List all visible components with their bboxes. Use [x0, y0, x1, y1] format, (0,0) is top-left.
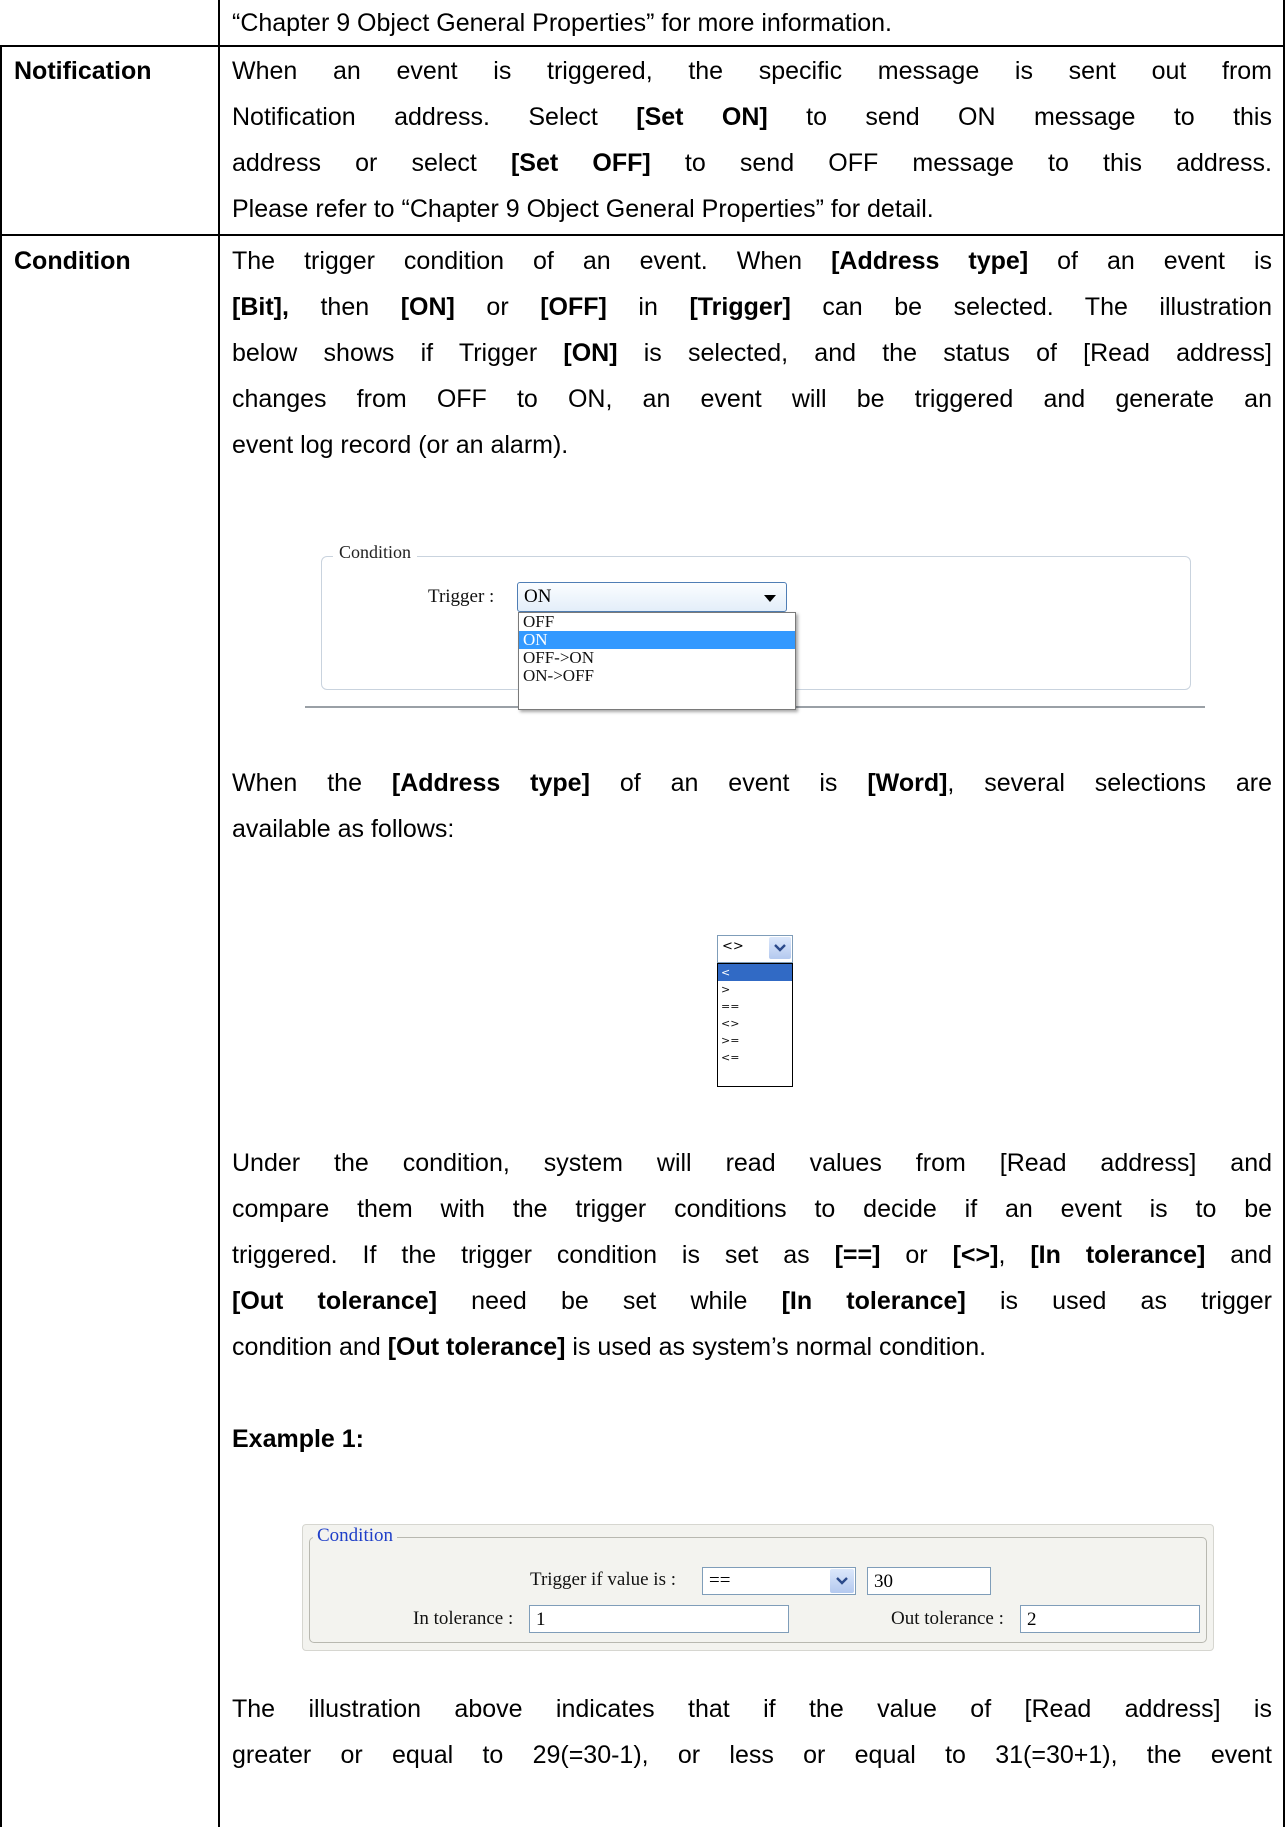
operator-option-ge[interactable]: >=: [718, 1032, 792, 1049]
top-row-text: “Chapter 9 Object General Properties” fo…: [232, 9, 892, 37]
trigger-option-on-to-off[interactable]: ON->OFF: [519, 667, 795, 685]
bit-trigger-dialog: Condition Trigger : ON OFF ON OFF->ON ON…: [305, 540, 1205, 720]
trigger-select[interactable]: ON: [517, 582, 787, 612]
in-tolerance-field[interactable]: 1: [529, 1605, 789, 1633]
condition-label: Condition: [14, 247, 131, 275]
notification-line-1: When an event is triggered, the specific…: [232, 57, 1272, 85]
condition-intro-line-1: The trigger condition of an event. When …: [232, 247, 1273, 275]
trigger-option-off[interactable]: OFF: [519, 613, 795, 631]
trigger-option-off-to-on[interactable]: OFF->ON: [519, 649, 795, 667]
condition-intro-line-4: changes from OFF to ON, an event will be…: [232, 385, 1272, 413]
word-line-2: available as follows:: [232, 815, 455, 843]
under-line-5: condition and [Out tolerance] is used as…: [232, 1333, 987, 1361]
trigger-selected-value: ON: [524, 586, 552, 607]
operator-option-lt[interactable]: <: [718, 964, 792, 981]
out-tolerance-field[interactable]: 2: [1020, 1605, 1200, 1633]
trigger-option-on[interactable]: ON: [519, 631, 795, 649]
under-line-1: Under the condition, system will read va…: [232, 1149, 1272, 1177]
condition-group-title: Condition: [313, 1525, 398, 1547]
out-tolerance-label: Out tolerance :: [891, 1608, 1004, 1629]
operator-selected-value: ==: [709, 1570, 731, 1591]
operator-options-list: < > == <> >= <=: [717, 963, 793, 1087]
condition-intro-line-5: event log record (or an alarm).: [232, 431, 569, 459]
final-line-2: greater or equal to 29(=30-1), or less o…: [232, 1741, 1272, 1769]
operator-select[interactable]: ==: [702, 1567, 856, 1595]
notification-line-2: Notification address. Select [Set ON] to…: [232, 103, 1272, 131]
trigger-value-field[interactable]: 30: [867, 1567, 991, 1595]
trigger-options-list: OFF ON OFF->ON ON->OFF: [518, 612, 796, 710]
word-condition-dialog: Condition Trigger if value is : == 30 In…: [302, 1524, 1214, 1651]
notification-line-3: address or select [Set OFF] to send OFF …: [232, 149, 1272, 177]
notification-line-4: Please refer to “Chapter 9 Object Genera…: [232, 195, 934, 223]
row-divider-2: [0, 234, 1285, 236]
condition-intro-line-2: [Bit], then [ON] or [OFF] in [Trigger] c…: [232, 293, 1272, 321]
trigger-label: Trigger :: [428, 586, 495, 607]
operator-selected-value: <>: [722, 939, 744, 954]
chevron-down-icon[interactable]: [764, 595, 776, 602]
chevron-down-icon[interactable]: [830, 1569, 854, 1593]
word-operator-dropdown: <> < > == <> >= <=: [717, 935, 793, 1087]
condition-intro-line-3: below shows if Trigger [ON] is selected,…: [232, 339, 1273, 367]
final-line-1: The illustration above indicates that if…: [232, 1695, 1272, 1723]
operator-option-le[interactable]: <=: [718, 1049, 792, 1066]
operator-option-gt[interactable]: >: [718, 981, 792, 998]
in-tolerance-label: In tolerance :: [413, 1608, 514, 1629]
under-line-3: triggered. If the trigger condition is s…: [232, 1241, 1272, 1269]
column-divider: [218, 0, 220, 1827]
operator-option-ne[interactable]: <>: [718, 1015, 792, 1032]
notification-label: Notification: [14, 57, 152, 85]
under-line-2: compare them with the trigger conditions…: [232, 1195, 1272, 1223]
chevron-down-icon[interactable]: [769, 937, 791, 959]
operator-select[interactable]: <>: [717, 935, 793, 963]
under-line-4: [Out tolerance] need be set while [In to…: [232, 1287, 1272, 1315]
word-line-1: When the [Address type] of an event is […: [232, 769, 1272, 797]
example-title: Example 1:: [232, 1425, 365, 1453]
left-border: [0, 45, 2, 1827]
trigger-if-value-label: Trigger if value is :: [530, 1569, 677, 1590]
properties-table: “Chapter 9 Object General Properties” fo…: [0, 0, 1285, 1827]
operator-option-eq[interactable]: ==: [718, 998, 792, 1015]
condition-group-title: Condition: [333, 542, 418, 563]
